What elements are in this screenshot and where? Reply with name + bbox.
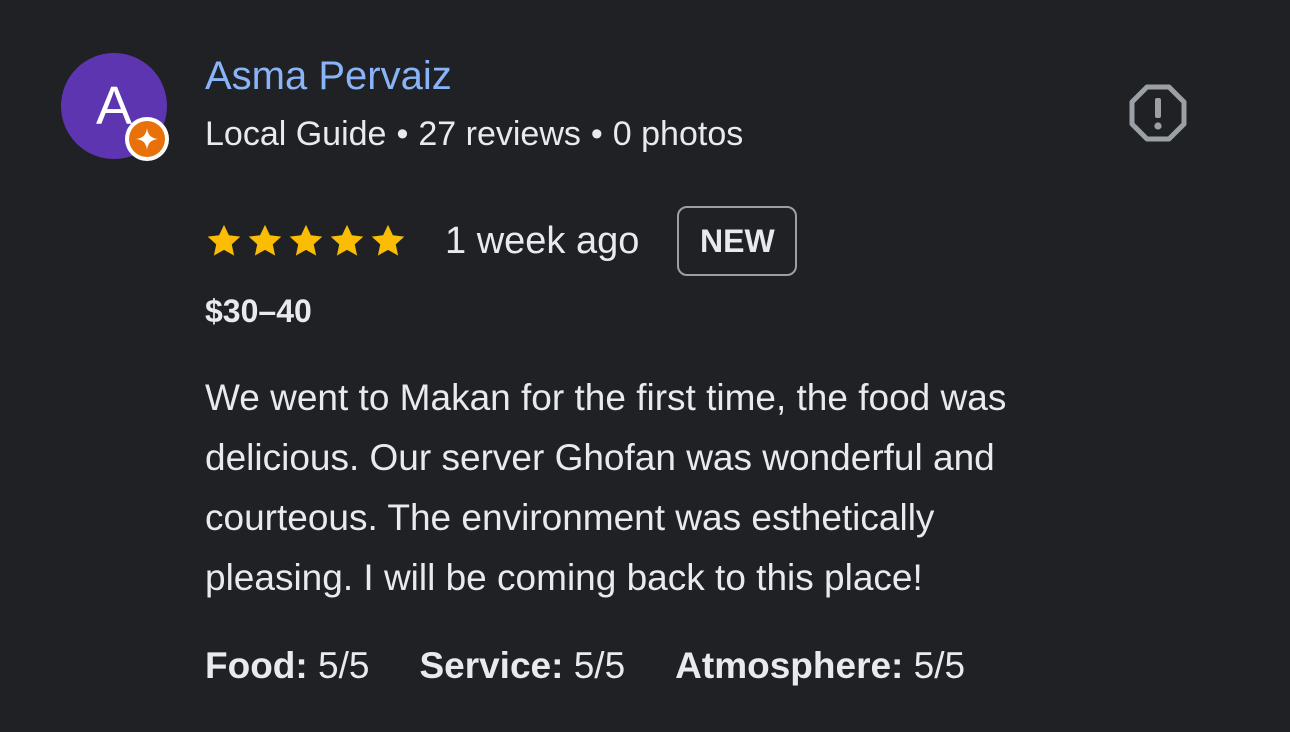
food-rating-label: Food:: [205, 645, 308, 686]
separator-dot: •: [396, 115, 409, 153]
author-name-link[interactable]: Asma Pervaiz: [205, 54, 452, 99]
sub-ratings: Food: 5/5 Service: 5/5 Atmosphere: 5/5: [205, 645, 965, 687]
separator-dot: •: [590, 115, 603, 153]
atmosphere-rating: Atmosphere: 5/5: [675, 645, 965, 687]
avatar-initial: A: [95, 76, 133, 136]
review-text-line: courteous. The environment was esthetica…: [205, 497, 935, 538]
review-text-line: delicious. Our server Ghofan was wonderf…: [205, 437, 995, 478]
review-text-line: We went to Makan for the first time, the…: [205, 377, 1007, 418]
star-icon: [248, 224, 282, 256]
price-range: $30–40: [205, 293, 312, 329]
star-icon: [289, 224, 323, 256]
star-icon: [330, 224, 364, 256]
food-rating-value: 5/5: [318, 645, 370, 686]
report-button[interactable]: [1128, 83, 1188, 143]
atmosphere-rating-label: Atmosphere:: [675, 645, 904, 686]
new-badge: NEW: [677, 206, 798, 276]
local-guide-star-icon: [136, 128, 158, 150]
review-card: A Asma Pervaiz Local Guide • 27 reviews • 0 …: [0, 0, 1290, 732]
local-guide-badge-icon: [125, 117, 169, 161]
review-text: We went to Makan for the first time, the…: [205, 368, 1205, 608]
service-rating-value: 5/5: [573, 645, 626, 686]
report-icon: [1129, 84, 1187, 142]
rating-row: 1 week ago NEW: [205, 204, 798, 278]
author-meta: Local Guide • 27 reviews • 0 photos: [205, 115, 743, 154]
star-icon: [371, 224, 405, 256]
photo-count: 0 photos: [612, 115, 744, 153]
star-rating: [205, 222, 407, 260]
food-rating: Food: 5/5: [205, 645, 369, 687]
review-count: 27 reviews: [418, 115, 581, 153]
local-guide-label: Local Guide: [205, 115, 387, 153]
atmosphere-rating-value: 5/5: [913, 645, 966, 686]
star-icon: [207, 224, 241, 256]
review-time: 1 week ago: [445, 219, 640, 262]
service-rating: Service: 5/5: [419, 645, 625, 687]
review-text-line: pleasing. I will be coming back to this …: [205, 557, 923, 598]
service-rating-label: Service:: [419, 645, 564, 686]
